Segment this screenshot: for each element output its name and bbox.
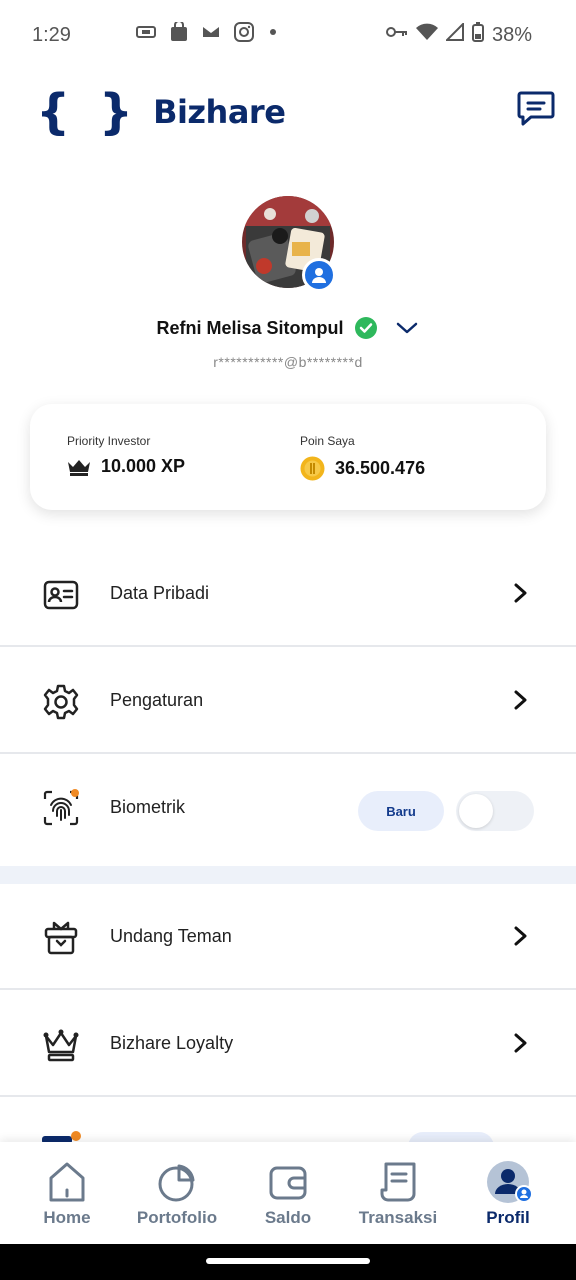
logo-mark: { }	[36, 84, 140, 140]
profile-icon	[487, 1161, 532, 1203]
bottom-navigation: Home Portofolio Saldo Transaksi Profil	[0, 1142, 576, 1244]
shopping-bag-icon	[171, 22, 187, 41]
tier-value: 10.000 XP	[101, 456, 186, 476]
wifi-icon	[416, 23, 438, 40]
gift-icon	[44, 921, 78, 955]
avatar-user-badge	[302, 258, 336, 292]
chat-icon[interactable]	[516, 88, 556, 128]
status-time: 1:29	[32, 24, 71, 46]
status-system-icons	[386, 22, 484, 42]
chevron-right-icon	[514, 926, 527, 946]
home-gesture-handle[interactable]	[206, 1258, 370, 1264]
key-icon	[386, 27, 407, 37]
nav-label: Portofolio	[136, 1208, 218, 1227]
user-email: r***********@b********d	[213, 354, 363, 370]
fingerprint-icon	[43, 789, 79, 826]
profile-name-row[interactable]: Refni Melisa Sitompul	[0, 316, 576, 340]
menu-item-label: Biometrik	[110, 797, 186, 817]
tier-stat[interactable]: Priority Investor 10.000 XP	[67, 434, 185, 477]
nav-portofolio[interactable]: Portofolio	[122, 1142, 232, 1244]
tier-label: Priority Investor	[67, 434, 151, 448]
nav-saldo[interactable]: Saldo	[233, 1142, 343, 1244]
new-badge: Baru	[358, 791, 444, 831]
brand-logo: { } Bizhare	[36, 84, 286, 140]
nav-label: Profil	[486, 1208, 530, 1227]
menu-item-label: Undang Teman	[110, 926, 232, 946]
menu-item-data-pribadi[interactable]: Data Pribadi	[0, 541, 576, 647]
menu-item-pengaturan[interactable]: Pengaturan	[0, 648, 576, 754]
signal-icon	[446, 23, 464, 41]
menu-item-biometrik: Biometrik Baru	[0, 755, 576, 866]
status-notification-icons	[76, 22, 278, 42]
chevron-right-icon	[514, 1033, 527, 1053]
sim-card-icon	[136, 26, 156, 38]
wallet-icon	[269, 1166, 307, 1200]
chevron-right-icon	[514, 583, 527, 603]
dot-icon	[270, 29, 276, 35]
check-circle-icon	[354, 317, 377, 339]
stats-card: Priority Investor 10.000 XP Poin Saya 36…	[30, 404, 546, 510]
coin-icon	[300, 456, 325, 481]
home-icon	[49, 1162, 85, 1202]
battery-percent: 38%	[491, 24, 532, 46]
system-navigation-bar	[0, 1244, 576, 1280]
menu-item-bizhare-loyalty[interactable]: Bizhare Loyalty	[0, 991, 576, 1097]
receipt-icon	[380, 1162, 416, 1202]
menu-item-label: Bizhare Loyalty	[110, 1033, 234, 1053]
logo-text: Bizhare	[153, 93, 286, 131]
toggle-knob	[459, 794, 493, 828]
points-stat[interactable]: Poin Saya 36.500.476	[300, 434, 425, 481]
biometric-toggle[interactable]	[456, 791, 534, 831]
chevron-right-icon	[514, 690, 527, 710]
crown-icon	[68, 459, 90, 476]
user-name: Refni Melisa Sitompul	[156, 317, 344, 338]
crown-icon	[43, 1029, 79, 1062]
id-card-icon	[43, 580, 79, 610]
nav-label: Home	[43, 1208, 91, 1227]
points-value: 36.500.476	[335, 458, 426, 478]
menu-item-label: Pengaturan	[110, 690, 204, 710]
nav-label: Transaksi	[358, 1208, 438, 1227]
points-label: Poin Saya	[300, 434, 355, 448]
nav-transaksi[interactable]: Transaksi	[343, 1142, 453, 1244]
status-bar: 1:29 38%	[0, 0, 576, 70]
mail-icon	[203, 27, 219, 37]
instagram-icon	[234, 22, 254, 42]
pie-chart-icon	[158, 1164, 195, 1202]
section-divider	[0, 866, 576, 884]
chevron-down-icon[interactable]	[394, 318, 420, 338]
user-icon	[312, 268, 326, 283]
battery-icon	[472, 22, 484, 42]
nav-label: Saldo	[264, 1208, 312, 1227]
nav-home[interactable]: Home	[12, 1142, 122, 1244]
menu-item-undang-teman[interactable]: Undang Teman	[0, 884, 576, 990]
menu-item-label: Data Pribadi	[110, 583, 210, 603]
app-header: { } Bizhare	[0, 80, 576, 150]
profile-avatar[interactable]	[242, 196, 336, 292]
nav-profil[interactable]: Profil	[453, 1142, 563, 1244]
gear-icon	[43, 684, 79, 720]
